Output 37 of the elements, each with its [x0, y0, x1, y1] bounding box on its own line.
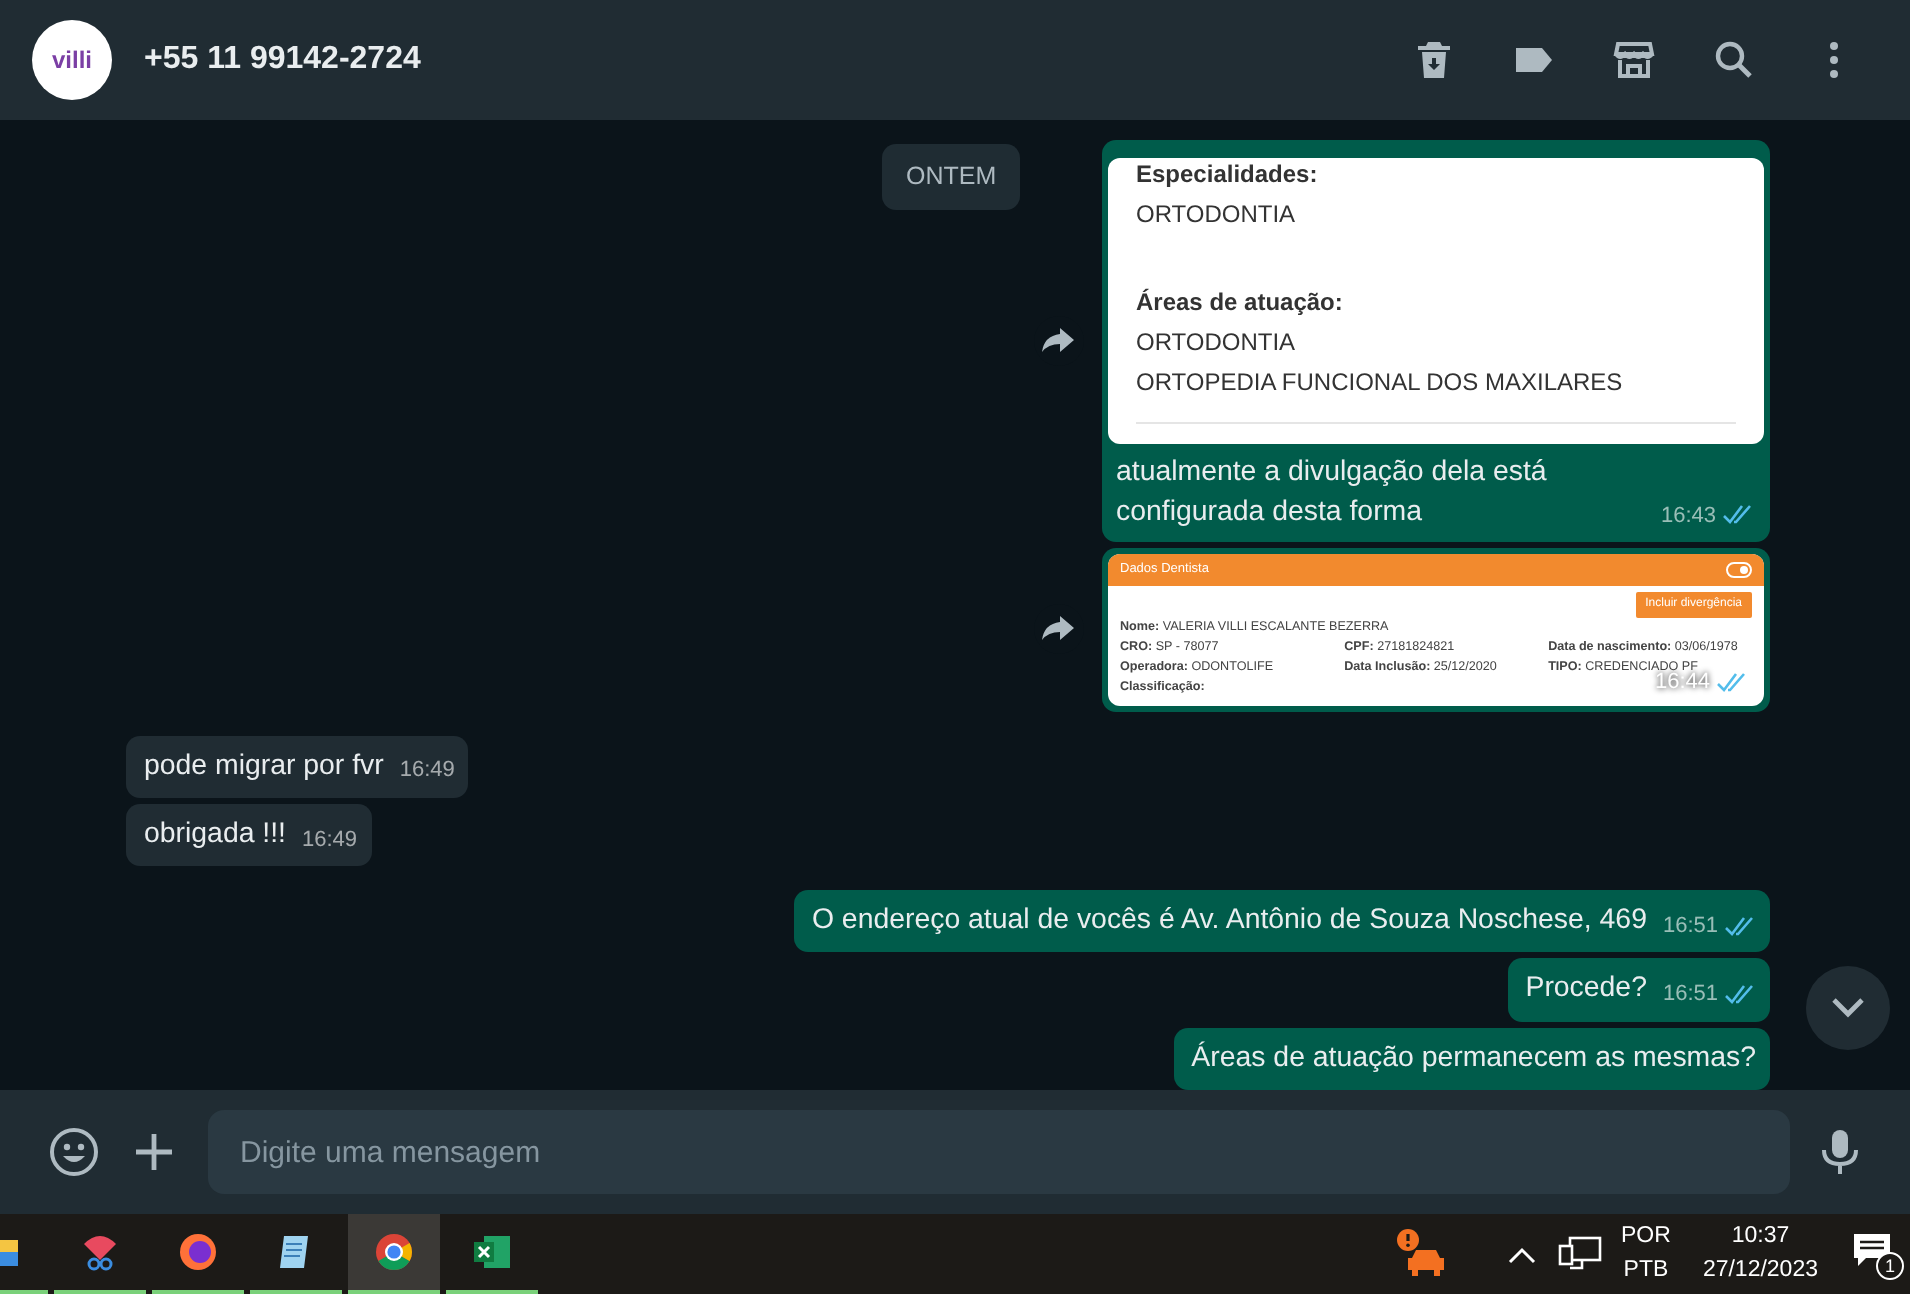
message-time: 16:51 [1662, 978, 1756, 1012]
message-text: pode migrar por fvr [144, 749, 384, 782]
language-indicator[interactable]: POR [1621, 1220, 1671, 1254]
section-line: ORTOPEDIA FUNCIONAL DOS MAXILARES [1136, 365, 1625, 398]
store-icon[interactable] [1610, 36, 1658, 84]
microphone-icon[interactable] [1818, 1126, 1862, 1178]
toggle-switch[interactable] [1726, 561, 1752, 578]
section-line: ORTODONTIA [1136, 325, 1298, 358]
message-text: atualmente a divulgação dela está configurada desta forma [1116, 453, 1549, 532]
message-time: 16:49 [302, 825, 358, 856]
notification-count: 1 [1876, 1252, 1904, 1280]
message-time: 16:51 [1662, 909, 1756, 943]
plus-icon[interactable] [132, 1130, 176, 1174]
firefox-icon [174, 1228, 222, 1276]
chrome-icon [370, 1228, 418, 1276]
taskbar-app[interactable] [348, 1214, 440, 1294]
message-text: O endereço atual de vocês é Av. Antônio de Souza Noschese, 469 [811, 904, 1647, 937]
message-text: Áreas de atuação permanecem as mesmas? [1191, 1041, 1756, 1074]
message-input[interactable]: Digite uma mensagem [208, 1110, 1790, 1194]
message-text: obrigada !!! [144, 817, 286, 850]
chevron-down-icon [1830, 996, 1866, 1020]
section-heading: Especialidades: [1136, 157, 1320, 190]
network-icon[interactable] [1557, 1236, 1602, 1272]
section-line: ORTODONTIA [1136, 197, 1298, 230]
chevron-up-icon[interactable] [1505, 1242, 1538, 1266]
clock-date[interactable]: 27/12/2023 [1702, 1254, 1818, 1288]
message-time: 16:49 [399, 756, 455, 787]
keyboard-layout[interactable]: PTB [1621, 1254, 1671, 1288]
message-text: Procede? [1525, 972, 1647, 1005]
emoji-icon[interactable] [48, 1126, 100, 1178]
message-time: 16:43 [1660, 495, 1754, 536]
clock-time[interactable]: 10:37 [1702, 1220, 1818, 1254]
contact-name: +55 11 99142-2724 [144, 40, 421, 80]
section-heading: Áreas de atuação: [1136, 285, 1345, 318]
scroll-down-button[interactable] [1806, 966, 1890, 1050]
contact-avatar[interactable]: villi [32, 20, 112, 100]
car-alert-icon[interactable] [1393, 1226, 1450, 1282]
